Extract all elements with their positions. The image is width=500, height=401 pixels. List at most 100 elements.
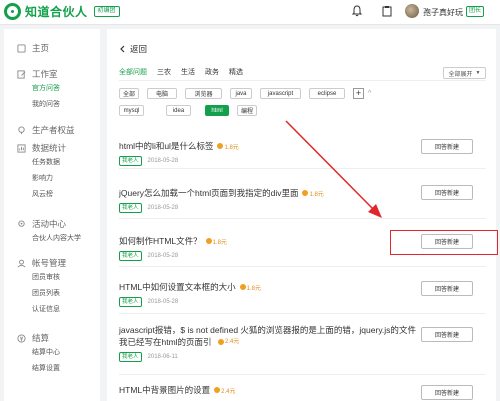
sidebar-item-label: 帐号管理	[32, 258, 67, 268]
avatar[interactable]	[405, 4, 419, 18]
sidebar-item-member-review[interactable]: 团员审核	[4, 270, 100, 286]
expand-filter-select[interactable]: 全部展开 ▼	[443, 67, 486, 79]
question-tag: 我老人	[119, 352, 142, 362]
sidebar: 主页 工作室 官方问答 我的问答 生产者权益 数据统计 任务数据 影响力 风云榜…	[4, 29, 100, 401]
clipboard-icon[interactable]	[381, 5, 393, 17]
reward-label: 1.8元	[217, 142, 239, 151]
back-label: 返回	[130, 44, 148, 54]
sidebar-item-account-management[interactable]: 帐号管理	[4, 256, 100, 270]
answer-button[interactable]: 回答新建	[421, 185, 473, 200]
logo-icon	[4, 3, 21, 20]
reward-amount: 1.8元	[212, 239, 227, 246]
sidebar-item-influence[interactable]: 影响力	[4, 171, 100, 187]
question-title[interactable]: javascript报错，$ is not defined 火狐的浏览器报的是上…	[119, 324, 419, 348]
tag-javascript[interactable]: javascript	[260, 88, 301, 99]
app-name: 知道合伙人	[25, 5, 88, 19]
level-badge: 初编团	[93, 6, 120, 17]
sidebar-item-partner-university[interactable]: 合伙人内容大学	[4, 231, 100, 247]
nav-group-activity: 活动中心 合伙人内容大学	[4, 217, 100, 247]
app-logo[interactable]: 知道合伙人 初编团	[4, 3, 120, 20]
question-tag: 我老人	[119, 251, 142, 261]
nav-group-account: 帐号管理 团员审核 团员列表 认证信息	[4, 256, 100, 318]
question-tag: 我老人	[119, 156, 142, 166]
tag-java[interactable]: java	[230, 88, 252, 99]
sidebar-item-task-data[interactable]: 任务数据	[4, 155, 100, 171]
tab-agriculture[interactable]: 三农	[157, 67, 171, 81]
question-date: 2018-06-11	[147, 354, 178, 360]
tag-eclipse[interactable]: eclipse	[309, 88, 345, 99]
team-badge: 团长	[466, 6, 485, 17]
sidebar-item-home[interactable]: 主页	[4, 41, 100, 55]
question-title-text: javascript报错，$ is not defined 火狐的浏览器报的是上…	[119, 325, 416, 347]
tag-html[interactable]: html	[205, 105, 229, 116]
category-tabs: 全部问题 三农 生活 政务 精选	[119, 67, 253, 81]
sidebar-item-certification[interactable]: 认证信息	[4, 302, 100, 318]
sidebar-item-settlement[interactable]: 结算	[4, 331, 100, 345]
reward-amount: 2.4元	[224, 339, 240, 345]
sidebar-item-studio[interactable]: 工作室	[4, 67, 100, 81]
question-title-text: html中的li和ul是什么标签	[119, 141, 214, 151]
back-button[interactable]: 返回	[119, 43, 147, 55]
sidebar-item-my-qa[interactable]: 我的问答	[4, 97, 100, 113]
answer-button[interactable]: 回答新建	[421, 327, 473, 342]
question-title-text: jQuery怎么加载一个html页面到我指定的div里面	[119, 188, 299, 198]
answer-button[interactable]: 回答新建	[421, 281, 473, 296]
coin-icon	[205, 238, 212, 244]
sidebar-item-settlement-center[interactable]: 结算中心	[4, 345, 100, 361]
question-title-text: HTML中如何设置文本框的大小	[119, 282, 236, 292]
sidebar-item-official-qa[interactable]: 官方问答	[4, 81, 100, 97]
username[interactable]: 孢子真好玩	[423, 7, 463, 18]
sidebar-item-label: 活动中心	[32, 219, 67, 229]
question-meta: 我老人 2018-05-28	[119, 156, 486, 166]
tag-browser[interactable]: 浏览器	[185, 88, 222, 99]
collapse-icon[interactable]: ^	[368, 90, 371, 97]
map-pin-icon	[18, 219, 25, 227]
tab-all[interactable]: 全部问题	[119, 67, 147, 81]
edit-icon	[17, 69, 26, 79]
question-meta: 我老人 2018-06-11	[119, 352, 419, 362]
answer-button[interactable]: 回答新建	[421, 139, 473, 154]
sidebar-item-label: 数据统计	[32, 143, 67, 153]
reward-label: 1.8元	[239, 283, 261, 292]
question-title-text: HTML中背景图片的设置	[119, 385, 211, 395]
reward-label: 2.4元	[217, 336, 240, 348]
nav-group-home: 主页	[4, 41, 100, 55]
sidebar-item-statistics[interactable]: 数据统计	[4, 141, 100, 155]
tab-featured[interactable]: 精选	[229, 67, 243, 81]
sidebar-item-member-list[interactable]: 团员列表	[4, 286, 100, 302]
top-header: 知道合伙人 初编团 孢子真好玩 团长	[0, 0, 500, 25]
sidebar-item-settlement-settings[interactable]: 结算设置	[4, 361, 100, 377]
tag-all[interactable]: 全部	[119, 88, 139, 99]
question-meta: 我老人 2018-05-28	[119, 297, 486, 307]
reward-amount: 1.8元	[246, 285, 261, 292]
question-date: 2018-05-28	[147, 158, 179, 164]
coin-icon	[214, 387, 221, 393]
question-item: javascript报错，$ is not defined 火狐的浏览器报的是上…	[119, 324, 419, 362]
question-tag: 我老人	[119, 297, 142, 307]
tab-life[interactable]: 生活	[181, 67, 195, 81]
tag-programming[interactable]: 编程	[237, 105, 257, 116]
tag-computer[interactable]: 电脑	[147, 88, 177, 99]
tag-idea[interactable]: idea	[166, 105, 191, 116]
sidebar-item-label: 生产者权益	[32, 125, 75, 135]
question-date: 2018-05-28	[147, 299, 179, 305]
chevron-down-icon: ▼	[475, 70, 481, 76]
tag-mysql[interactable]: mysql	[119, 105, 144, 116]
user-icon	[17, 259, 26, 267]
tab-government[interactable]: 政务	[205, 67, 219, 81]
nav-group-studio: 工作室 官方问答 我的问答	[4, 67, 100, 113]
answer-button[interactable]: 回答新建	[421, 385, 473, 400]
bell-icon[interactable]	[351, 5, 363, 17]
add-tag-button[interactable]: +	[353, 88, 364, 99]
filter-label: 全部展开	[448, 71, 473, 78]
sidebar-item-activity-center[interactable]: 活动中心	[4, 217, 100, 231]
sidebar-item-producer-rights[interactable]: 生产者权益	[4, 123, 100, 137]
sidebar-item-leaderboard[interactable]: 风云榜	[4, 187, 100, 203]
tag-row-2: mysql idea html 编程	[119, 105, 265, 116]
reward-label: 1.8元	[302, 189, 324, 198]
reward-label: 2.4元	[214, 386, 235, 395]
location-icon	[18, 125, 25, 134]
home-icon	[17, 43, 26, 53]
reward-label: 1.8元	[205, 237, 227, 246]
money-icon	[17, 333, 26, 343]
